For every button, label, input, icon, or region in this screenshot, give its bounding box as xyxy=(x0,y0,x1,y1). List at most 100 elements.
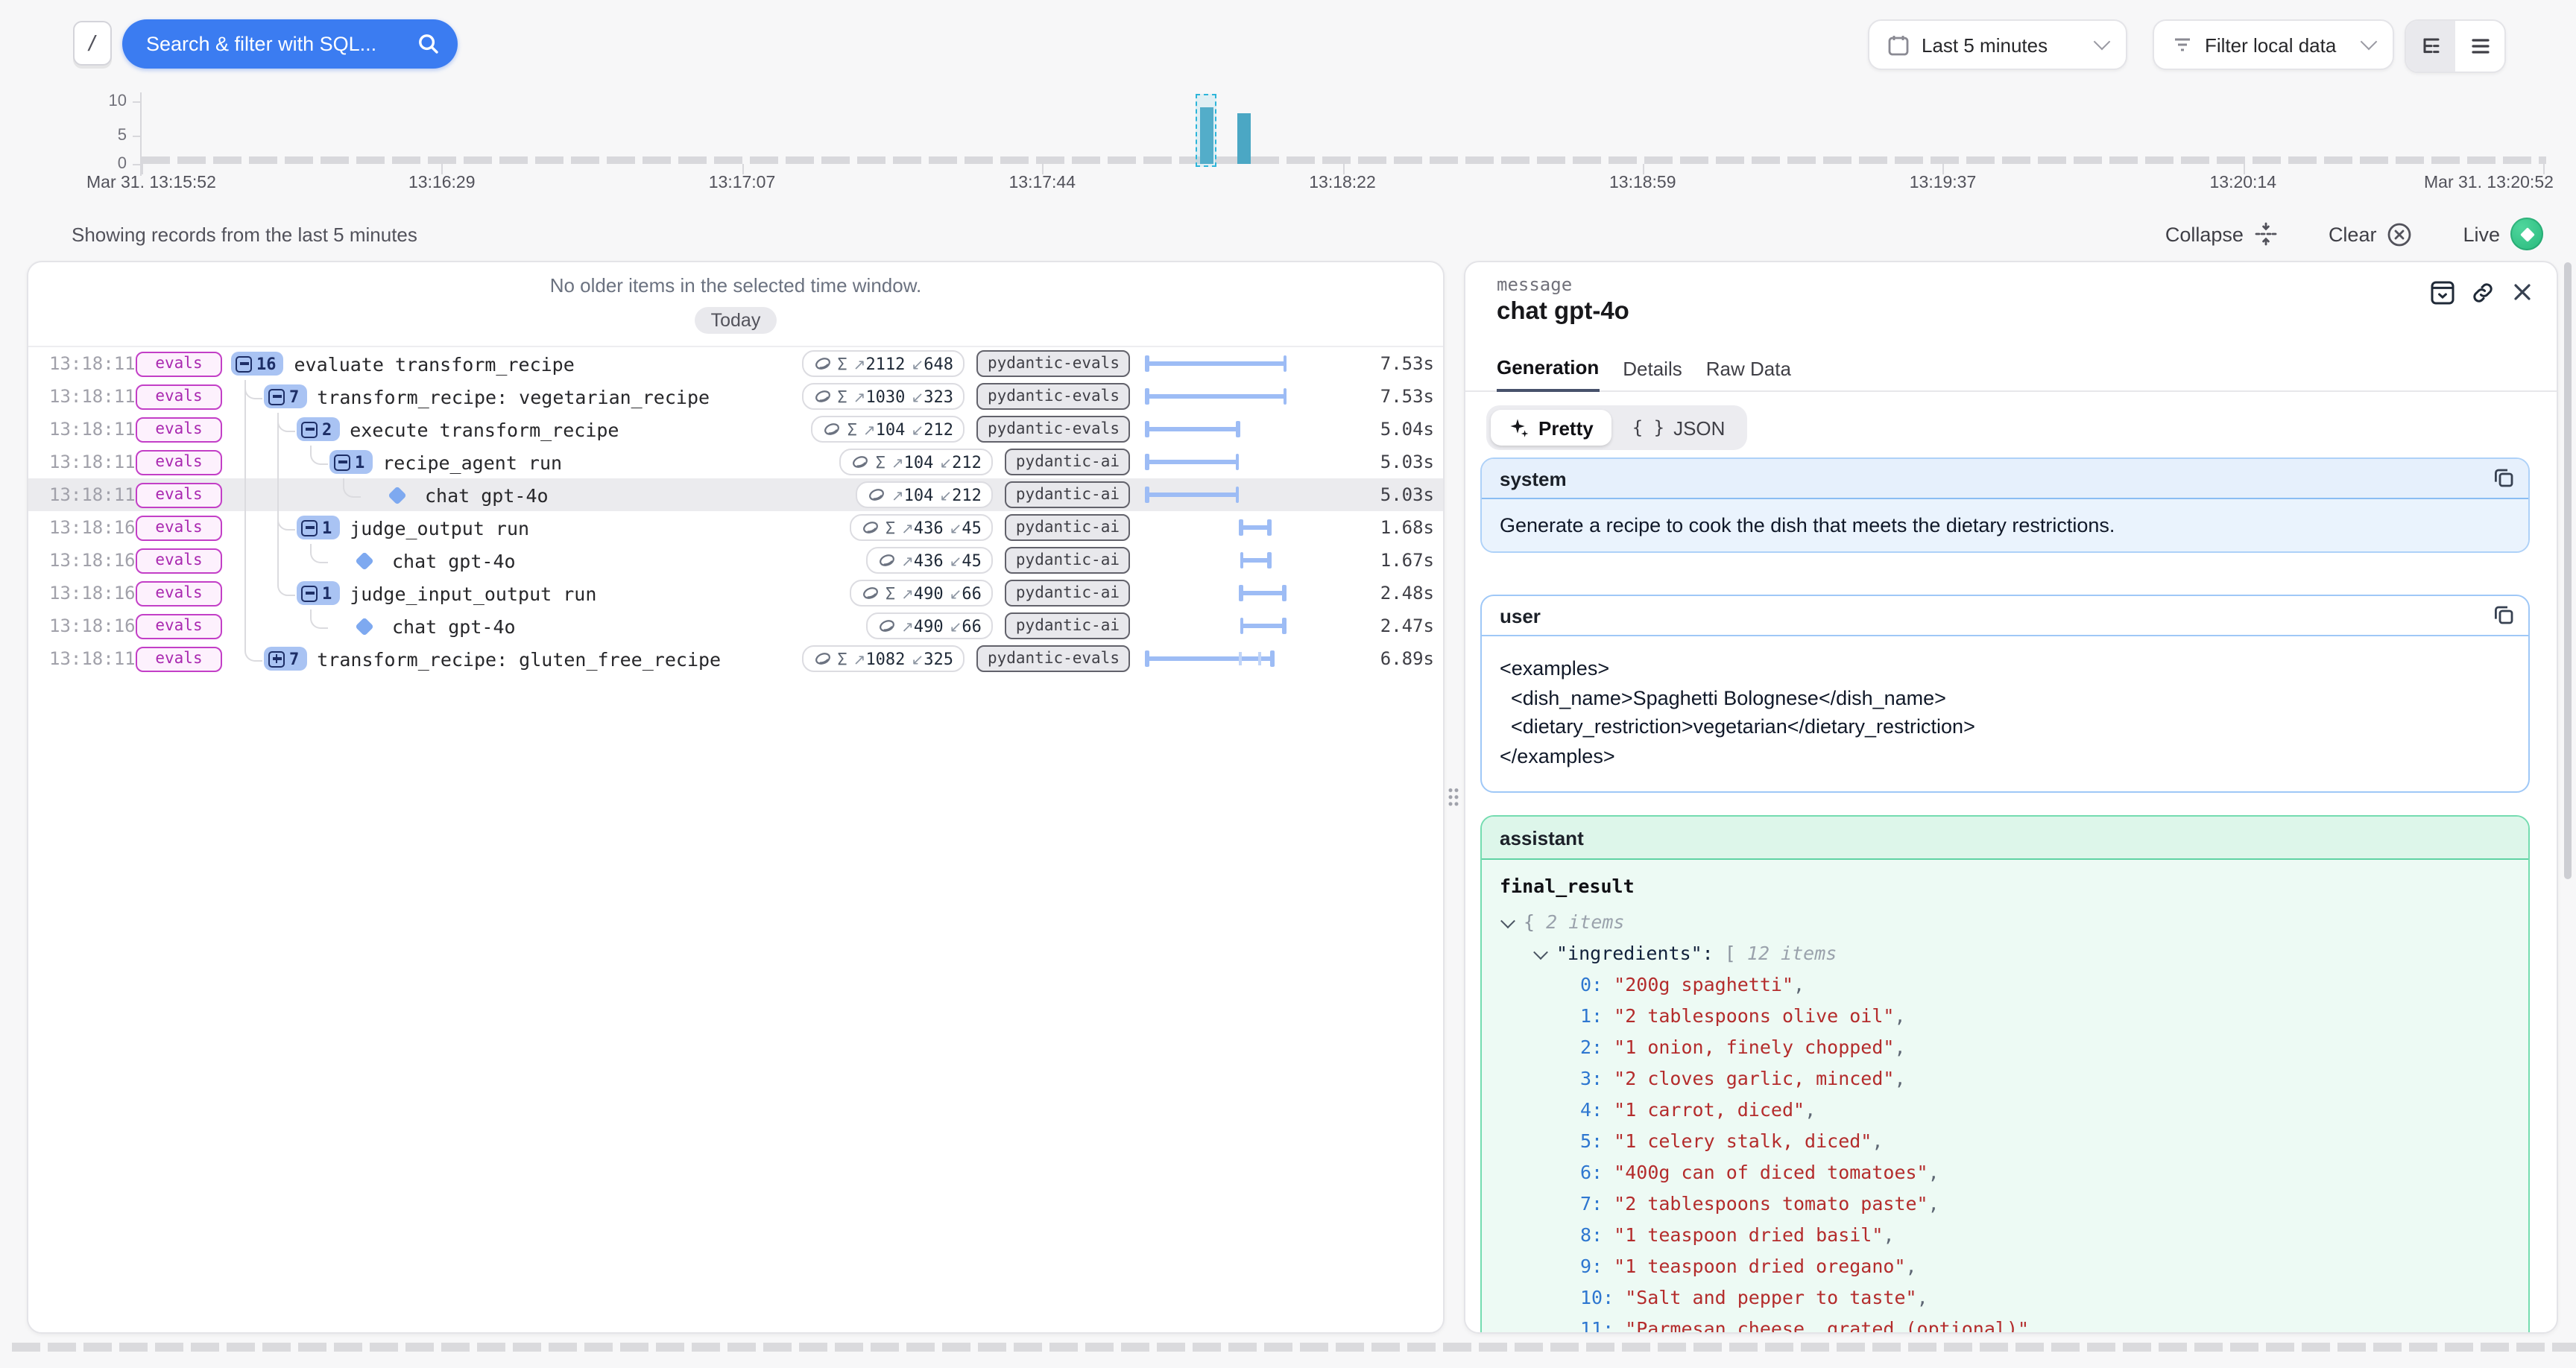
evals-tag-badge[interactable]: evals xyxy=(136,449,222,475)
collapse-node-button[interactable]: 1 xyxy=(297,516,339,539)
trace-row[interactable]: 13:18:11evals7transform_recipe: vegetari… xyxy=(28,380,1443,413)
item-string: "Salt and pepper to taste" xyxy=(1614,1286,1916,1308)
duration-bar xyxy=(1145,487,1240,503)
item-count: 2 items xyxy=(1546,911,1624,933)
collapse-node-button[interactable]: 16 xyxy=(231,352,284,376)
span-name: chat gpt-4o xyxy=(425,484,549,506)
json-toggle-button[interactable]: { } JSON xyxy=(1614,410,1743,446)
item-index: 4: xyxy=(1580,1098,1603,1121)
clear-button[interactable]: Clear xyxy=(2329,221,2413,247)
evals-tag-badge[interactable]: evals xyxy=(136,384,222,409)
duration-text: 2.48s xyxy=(1380,577,1434,609)
tab-generation[interactable]: Generation xyxy=(1497,356,1599,392)
row-timestamp: 13:18:16 xyxy=(28,583,124,604)
json-array-item: 10: "Salt and pepper to taste", xyxy=(1497,1282,2507,1313)
minus-square-icon xyxy=(301,421,318,437)
duration-bar xyxy=(1145,421,1240,437)
item-count: 12 items xyxy=(1747,942,1837,964)
clear-circle-x-icon xyxy=(2387,221,2412,247)
filter-local-data-dropdown[interactable]: Filter local data xyxy=(2153,19,2394,70)
span-name: chat gpt-4o xyxy=(392,615,516,637)
duration-bar-track xyxy=(1145,577,1287,609)
tree-indent: 16 xyxy=(231,352,284,376)
duration-text: 7.53s xyxy=(1380,347,1434,380)
trace-row[interactable]: 13:18:16evalschat gpt-4o↗436↙45pydantic-… xyxy=(28,544,1443,577)
dock-panel-icon[interactable] xyxy=(2430,280,2455,305)
json-array-item: 7: "2 tablespoons tomato paste", xyxy=(1497,1188,2507,1219)
trace-row[interactable]: 13:18:11evals1recipe_agent runΣ↗104↙212p… xyxy=(28,446,1443,478)
token-metrics-badge: ↗436↙45 xyxy=(865,547,994,574)
search-input[interactable]: Search & filter with SQL... xyxy=(122,19,458,69)
evals-tag-badge[interactable]: evals xyxy=(136,515,222,540)
tree-view-button[interactable] xyxy=(2406,21,2455,72)
evals-tag-badge[interactable]: evals xyxy=(136,417,222,442)
evals-tag-badge[interactable]: evals xyxy=(136,482,222,507)
pretty-toggle-button[interactable]: Pretty xyxy=(1491,410,1611,446)
item-index: 5: xyxy=(1580,1130,1603,1152)
comma: , xyxy=(1917,1286,1928,1308)
trace-list-panel: No older items in the selected time wind… xyxy=(27,261,1445,1334)
trace-row[interactable]: 13:18:16evals1judge_input_output runΣ↗49… xyxy=(28,577,1443,609)
detail-title: chat gpt-4o xyxy=(1497,298,1629,326)
tree-guide xyxy=(231,642,264,675)
histogram-bar[interactable] xyxy=(1237,114,1250,164)
trace-row[interactable]: 13:18:16evals1judge_output runΣ↗436↙45py… xyxy=(28,511,1443,544)
tokens-coin-icon xyxy=(813,356,831,371)
trace-row[interactable]: 13:18:11evals16evaluate transform_recipe… xyxy=(28,347,1443,380)
evals-tag-badge[interactable]: evals xyxy=(136,613,222,639)
tree-guide xyxy=(231,478,264,511)
tree-indent: 2 xyxy=(231,413,339,446)
live-toggle[interactable]: Live xyxy=(2463,218,2543,250)
duration-bar-track xyxy=(1145,347,1287,380)
leaf-diamond-icon xyxy=(388,485,406,504)
json-array-item: 6: "400g can of diced tomatoes", xyxy=(1497,1156,2507,1188)
json-root-line[interactable]: { 2 items xyxy=(1497,906,2507,937)
json-array-item: 9: "1 teaspoon dried oregano", xyxy=(1497,1250,2507,1282)
filter-label: Filter local data xyxy=(2205,34,2351,56)
tab-details[interactable]: Details xyxy=(1623,358,1682,390)
json-array-item: 2: "1 onion, finely chopped", xyxy=(1497,1031,2507,1063)
collapse-node-button[interactable]: 1 xyxy=(297,581,339,605)
copy-icon[interactable] xyxy=(2493,466,2515,489)
trace-row[interactable]: 13:18:11evals7transform_recipe: gluten_f… xyxy=(28,642,1443,675)
detail-tabs: Generation Details Raw Data xyxy=(1465,352,2557,392)
collapse-icon xyxy=(2254,222,2278,246)
trace-row[interactable]: 13:18:11evals2execute transform_recipeΣ↗… xyxy=(28,413,1443,446)
copy-icon[interactable] xyxy=(2493,604,2515,626)
tree-indent: 7 xyxy=(231,380,306,413)
close-icon[interactable] xyxy=(2510,280,2536,305)
tree-guide xyxy=(329,478,362,511)
duration-text: 5.03s xyxy=(1380,478,1434,511)
duration-bar-track xyxy=(1145,478,1287,511)
item-index: 1: xyxy=(1580,1004,1603,1027)
child-count: 1 xyxy=(322,518,332,537)
item-index: 10: xyxy=(1580,1286,1614,1308)
comma: , xyxy=(1928,1192,1939,1215)
collapse-node-button[interactable]: 7 xyxy=(264,384,306,408)
trace-row[interactable]: 13:18:11evalschat gpt-4o↗104↙212pydantic… xyxy=(28,478,1443,511)
evals-tag-badge[interactable]: evals xyxy=(136,580,222,606)
x-axis-label: Mar 31. 13:15:52 xyxy=(86,174,216,192)
collapse-node-button[interactable]: 2 xyxy=(297,417,339,441)
tree-guide xyxy=(264,511,297,544)
sigma-icon: Σ xyxy=(847,419,857,439)
collapse-node-button[interactable]: 1 xyxy=(329,450,372,474)
scrollbar-thumb[interactable] xyxy=(2564,262,2572,879)
time-range-dropdown[interactable]: Last 5 minutes xyxy=(1868,19,2127,70)
list-view-button[interactable] xyxy=(2455,21,2504,72)
tab-raw-data[interactable]: Raw Data xyxy=(1706,358,1791,390)
bottom-timeline-dashes xyxy=(12,1343,2576,1352)
panel-resize-handle[interactable] xyxy=(1448,787,1459,808)
trace-row[interactable]: 13:18:16evalschat gpt-4o↗490↙66pydantic-… xyxy=(28,609,1443,642)
tree-guide xyxy=(264,478,297,511)
duration-bar-track xyxy=(1145,446,1287,478)
copy-link-icon[interactable] xyxy=(2470,280,2496,305)
evals-tag-badge[interactable]: evals xyxy=(136,646,222,671)
expand-node-button[interactable]: 7 xyxy=(264,647,306,671)
row-timestamp: 13:18:16 xyxy=(28,550,124,571)
evals-tag-badge[interactable]: evals xyxy=(136,548,222,573)
user-message-card: user <examples> <dish_name>Spaghetti Bol… xyxy=(1480,595,2530,793)
evals-tag-badge[interactable]: evals xyxy=(136,351,222,376)
collapse-button[interactable]: Collapse xyxy=(2165,222,2278,246)
json-key-line[interactable]: "ingredients": [ 12 items xyxy=(1497,937,2507,969)
